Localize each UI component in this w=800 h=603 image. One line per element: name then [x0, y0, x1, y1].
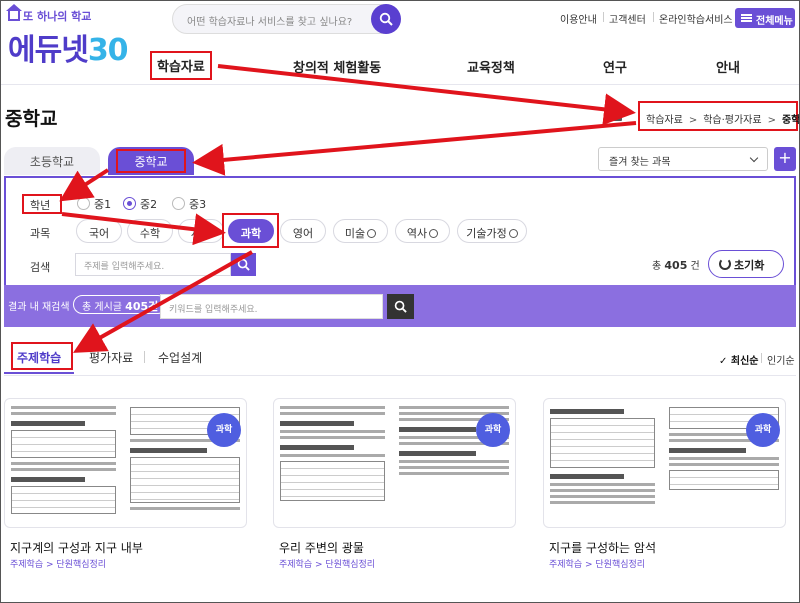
- arrow: [192, 121, 637, 176]
- total-posts-badge: 총 게시글 405건: [73, 295, 168, 314]
- refresh-icon: [719, 258, 731, 270]
- divider: [761, 353, 762, 363]
- add-favorite-button[interactable]: +: [774, 147, 796, 171]
- sort-popular[interactable]: 인기순: [767, 352, 795, 367]
- highlight-box: [11, 342, 73, 370]
- card-category: 주제학습 > 단원핵심정리: [549, 560, 646, 570]
- refine-search-label: 결과 내 재검색: [8, 302, 70, 313]
- content-card[interactable]: 과학 우리 주변의 광물 주제학습 > 단원핵심정리: [273, 388, 516, 603]
- logo-tagline: 또 하나의 학교: [6, 4, 91, 24]
- refine-keyword-input[interactable]: 키워드를 입력해주세요.: [160, 294, 383, 319]
- card-category: 주제학습 > 단원핵심정리: [10, 560, 107, 570]
- content-card[interactable]: 과학 지구계의 구성과 지구 내부 주제학습 > 단원핵심정리: [4, 388, 247, 603]
- keyword-input[interactable]: 주제를 입력해주세요.: [75, 253, 231, 276]
- search-icon: [379, 12, 393, 26]
- search-placeholder: 어떤 학습자료나 서비스를 찾고 싶나요?: [187, 17, 353, 28]
- subject-badge: 과학: [207, 413, 241, 447]
- grade-radio-3[interactable]: 중3: [172, 196, 206, 212]
- subject-chip-korean[interactable]: 국어: [76, 219, 122, 243]
- search-label: 검색: [30, 261, 51, 274]
- favorite-subjects-select[interactable]: 즐겨 찾는 과목: [598, 147, 768, 171]
- subject-chip-history[interactable]: 역사: [395, 219, 450, 243]
- keyword-search-button[interactable]: [231, 253, 256, 276]
- refine-search-button[interactable]: [387, 294, 414, 319]
- nav-learning-materials[interactable]: 학습자료: [150, 51, 212, 80]
- tab-middle-school[interactable]: 중학교: [108, 147, 194, 175]
- nav-creative-activities[interactable]: 창의적 체험활동: [293, 57, 381, 76]
- card-category: 주제학습 > 단원핵심정리: [279, 560, 376, 570]
- global-search[interactable]: 어떤 학습자료나 서비스를 찾고 싶나요?: [172, 4, 401, 34]
- nav-education-policy[interactable]: 교육정책: [467, 57, 515, 76]
- info-icon: [367, 229, 377, 238]
- house-icon: [6, 4, 22, 21]
- highlight-box: [116, 149, 186, 173]
- result-count: 총 405 건: [652, 259, 700, 272]
- highlight-box: [22, 194, 62, 214]
- subject-chip-english[interactable]: 영어: [280, 219, 326, 243]
- home-icon[interactable]: [610, 111, 622, 121]
- util-link-guide[interactable]: 이용안내: [560, 11, 597, 26]
- edunet-logo[interactable]: 또 하나의 학교 에듀넷30: [6, 4, 138, 68]
- breadcrumb-current: 중학교: [781, 115, 800, 126]
- divider: [144, 351, 145, 363]
- card-title[interactable]: 우리 주변의 광물: [279, 539, 364, 556]
- card-title[interactable]: 지구계의 구성과 지구 내부: [10, 539, 143, 556]
- subject-chip-art[interactable]: 미술: [333, 219, 388, 243]
- util-link-online[interactable]: 온라인학습서비스: [653, 11, 745, 26]
- page-title: 중학교: [5, 108, 58, 130]
- subject-chip-math[interactable]: 수학: [127, 219, 173, 243]
- tab-elementary[interactable]: 초등학교: [4, 147, 100, 175]
- nav-research[interactable]: 연구: [603, 57, 627, 76]
- subject-chip-tech-home[interactable]: 기술가정: [457, 219, 527, 243]
- reset-button[interactable]: 초기화: [708, 250, 784, 278]
- grade-radio-2[interactable]: 중2: [123, 196, 157, 212]
- subject-badge: 과학: [476, 413, 510, 447]
- content-card[interactable]: 과학 지구를 구성하는 암석 주제학습 > 단원핵심정리: [543, 388, 786, 603]
- info-icon: [429, 229, 439, 238]
- search-icon: [237, 258, 250, 271]
- active-tab-underline: [4, 372, 74, 374]
- card-thumbnail: 과학: [273, 398, 516, 528]
- subject-label: 과목: [30, 227, 51, 240]
- breadcrumb-item[interactable]: 학습·평가자료: [703, 115, 761, 126]
- logo-brand: 에듀넷30: [8, 33, 129, 68]
- search-button[interactable]: [371, 4, 401, 34]
- subtab-assessment[interactable]: 평가자료: [89, 349, 133, 366]
- subject-badge: 과학: [746, 413, 780, 447]
- card-thumbnail: 과학: [543, 398, 786, 528]
- util-link-support[interactable]: 고객센터: [603, 11, 646, 26]
- hamburger-icon: [741, 14, 752, 22]
- nav-info[interactable]: 안내: [716, 57, 740, 76]
- divider: [4, 375, 796, 376]
- card-title[interactable]: 지구를 구성하는 암석: [549, 539, 656, 556]
- breadcrumb: 학습자료>학습·평가자료>중학교: [638, 101, 800, 131]
- subject-chip-social[interactable]: 사회: [178, 219, 224, 243]
- highlight-box: [222, 213, 279, 248]
- grade-radio-1[interactable]: 중1: [77, 196, 111, 212]
- subtab-lesson-design[interactable]: 수업설계: [158, 349, 202, 366]
- sort-latest[interactable]: ✓ 최신순: [719, 352, 758, 367]
- info-icon: [508, 229, 518, 238]
- search-icon: [394, 300, 407, 313]
- chevron-down-icon: [749, 153, 759, 163]
- card-thumbnail: 과학: [4, 398, 247, 528]
- all-menu-button[interactable]: 전체메뉴: [735, 8, 795, 28]
- breadcrumb-item[interactable]: 학습자료: [646, 115, 683, 126]
